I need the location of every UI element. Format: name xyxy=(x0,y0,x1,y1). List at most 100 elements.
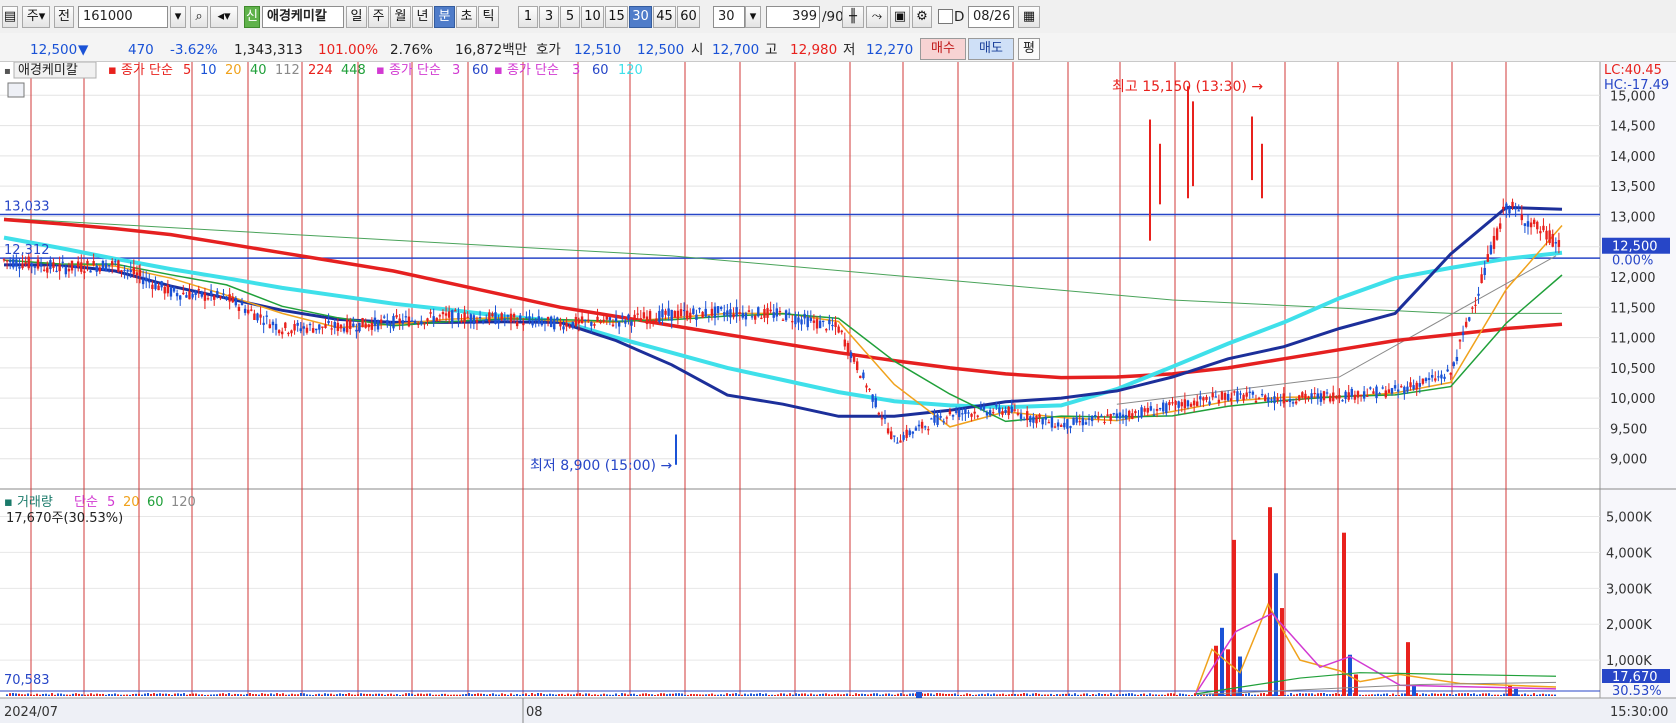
volume-bar xyxy=(114,693,116,696)
speaker-icon[interactable]: ◂▾ xyxy=(210,6,238,28)
candle-body xyxy=(1001,411,1004,415)
candle-body xyxy=(1480,274,1483,284)
line-tool-icon[interactable]: ⤳ xyxy=(866,6,888,28)
candle-body xyxy=(855,361,859,371)
period-button-1[interactable]: 주 xyxy=(368,6,389,28)
code-input[interactable]: 161000 xyxy=(78,6,168,28)
volume-bar xyxy=(1455,693,1457,696)
settings-gear-icon[interactable]: ⚙ xyxy=(912,6,932,28)
candle-body xyxy=(182,292,185,295)
volume-bar xyxy=(888,693,890,696)
candle-body xyxy=(503,318,506,320)
stock-name-field[interactable]: 애경케미칼 xyxy=(262,6,344,28)
period-button-0[interactable]: 일 xyxy=(346,6,367,28)
volume-bar xyxy=(657,694,659,696)
interval-button-30[interactable]: 30 xyxy=(629,6,652,28)
volume-bar xyxy=(120,694,122,696)
volume-bar xyxy=(153,693,155,696)
period-button-3[interactable]: 년 xyxy=(412,6,433,28)
buy-button[interactable]: 매수 xyxy=(920,38,966,60)
volume-bar xyxy=(126,694,128,696)
candle-body xyxy=(256,313,259,321)
chart-type-icon[interactable]: ▤ xyxy=(2,6,18,28)
volume-bar xyxy=(219,693,221,696)
volume-bar xyxy=(840,694,842,696)
candle-body xyxy=(2,259,6,261)
volume-bar xyxy=(492,693,494,696)
candle-body xyxy=(673,311,677,318)
stock-chart[interactable]: 9,000 9,500 10,000 10,500 11,000 11,500 12,000… xyxy=(0,62,1676,723)
period-button-5[interactable]: 초 xyxy=(456,6,477,28)
interval-button-1[interactable]: 1 xyxy=(518,6,538,28)
candle-body xyxy=(107,265,111,267)
period-button-4[interactable]: 분 xyxy=(434,6,455,28)
interval-button-3[interactable]: 3 xyxy=(539,6,559,28)
candle-tools-icon[interactable]: ╫ xyxy=(842,6,864,28)
volume-bar xyxy=(441,693,443,696)
volume-bar xyxy=(1371,694,1373,696)
volume-bar xyxy=(789,693,791,696)
d-checkbox[interactable] xyxy=(938,9,953,24)
volume-bar xyxy=(1368,694,1370,696)
prev-button[interactable]: 전 xyxy=(54,6,74,28)
interval-button-15[interactable]: 15 xyxy=(605,6,628,28)
candle-body xyxy=(512,313,516,318)
interval-button-5[interactable]: 5 xyxy=(560,6,580,28)
interval-button-10[interactable]: 10 xyxy=(581,6,604,28)
candle-body xyxy=(1502,206,1505,210)
volume-bar xyxy=(102,693,104,696)
sell-button[interactable]: 매도 xyxy=(968,38,1014,60)
volume-bar xyxy=(315,694,317,696)
volume-bar xyxy=(471,694,473,696)
volume-bar xyxy=(1077,694,1079,696)
candle-body xyxy=(707,315,711,317)
volume-bar xyxy=(1290,693,1292,696)
volume-current-label: 17,670주(30.53%) xyxy=(6,511,123,526)
candle-body xyxy=(979,406,983,410)
candle-body xyxy=(358,322,361,332)
volume-bar xyxy=(174,693,176,696)
calendar-icon[interactable]: ▦ xyxy=(1018,6,1040,28)
period-primary-select[interactable]: 주▾ xyxy=(22,6,50,28)
candle-body xyxy=(1208,401,1211,405)
interval-button-45[interactable]: 45 xyxy=(653,6,676,28)
candle-body xyxy=(361,318,364,328)
volume-bar xyxy=(975,694,977,696)
volume-bar xyxy=(258,694,260,696)
interval-select[interactable]: 30 xyxy=(713,6,745,28)
candle-body xyxy=(209,290,213,295)
eval-button[interactable]: 평 xyxy=(1018,38,1040,60)
code-dropdown-button[interactable]: ▾ xyxy=(170,6,186,28)
candle-body xyxy=(92,261,95,266)
interval-button-60[interactable]: 60 xyxy=(677,6,700,28)
volume-bar xyxy=(24,694,26,696)
volume-bar xyxy=(216,694,218,696)
change-pct: -3.62% xyxy=(170,42,218,58)
volume-bar xyxy=(1425,693,1427,696)
candle-body xyxy=(104,263,108,271)
candle-body xyxy=(1325,392,1329,394)
count-input[interactable]: 399 xyxy=(766,6,820,28)
volume-bar xyxy=(306,694,308,696)
interval-dropdown-icon[interactable]: ▾ xyxy=(745,6,761,28)
volume-bar xyxy=(603,693,605,696)
candle-body xyxy=(67,268,71,272)
save-icon[interactable]: ▣ xyxy=(890,6,910,28)
volume-bar xyxy=(1518,694,1520,696)
candle-body xyxy=(191,294,194,298)
date-input[interactable]: 08/26 xyxy=(968,6,1014,28)
volume-bar xyxy=(1260,693,1262,696)
period-button-6[interactable]: 틱 xyxy=(478,6,499,28)
period-button-2[interactable]: 월 xyxy=(390,6,411,28)
volume-bar xyxy=(123,694,125,696)
volume-bar xyxy=(828,694,830,696)
volume-bar xyxy=(312,694,314,696)
volume-bar xyxy=(1182,693,1184,696)
x-axis-end-time: 15:30:00 xyxy=(1610,705,1668,720)
volume-bar xyxy=(1440,693,1442,696)
volume-bar xyxy=(693,694,695,696)
search-icon[interactable]: ⌕ xyxy=(190,6,208,28)
candle-body xyxy=(658,310,661,323)
volume-bar xyxy=(882,694,884,696)
candle-body xyxy=(537,316,540,324)
